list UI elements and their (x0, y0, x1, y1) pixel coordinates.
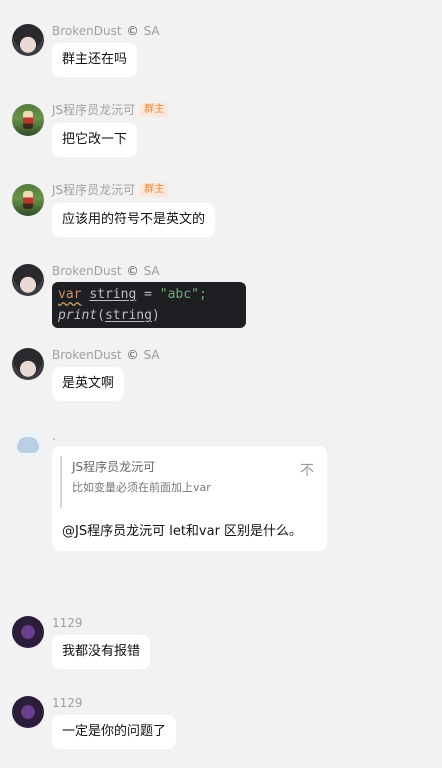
sender-line: 1129 (52, 615, 83, 631)
avatar[interactable] (12, 616, 44, 648)
sender-line: JS程序员龙沅可 群主 (52, 182, 169, 198)
sender-name[interactable]: 1129 (52, 695, 83, 711)
member-title: SA (143, 348, 160, 362)
avatar[interactable] (12, 348, 44, 380)
chat-window: BrokenDust © SA 群主还在吗 JS程序员龙沅可 群主 把它改一下 … (0, 0, 442, 768)
sender-name[interactable]: JS程序员龙沅可 (52, 102, 135, 118)
reply-bubble[interactable]: JS程序员龙沅可 比如变量必须在前面加上var 不 @JS程序员龙沅可 let和… (52, 446, 327, 551)
avatar[interactable] (12, 104, 44, 136)
message-bubble[interactable]: 把它改一下 (52, 123, 138, 157)
sender-name[interactable]: JS程序员龙沅可 (52, 182, 135, 198)
avatar[interactable] (12, 264, 44, 296)
code-function: print (58, 308, 98, 323)
message-bubble[interactable]: 是英文啊 (52, 367, 125, 401)
reply-text: @JS程序员龙沅可 let和var 区别是什么。 (62, 524, 303, 539)
sender-line: JS程序员龙沅可 群主 (52, 102, 169, 118)
code-paren-close: ) (151, 308, 160, 323)
sender-name[interactable]: BrokenDust (52, 263, 122, 279)
sender-line: BrokenDust © SA (52, 23, 160, 39)
avatar[interactable] (12, 24, 44, 56)
code-string: "abc" (159, 287, 199, 302)
message-bubble[interactable]: 应该用的符号不是英文的 (52, 203, 216, 237)
sender-name[interactable]: 1129 (52, 615, 83, 631)
sender-name[interactable]: BrokenDust (52, 23, 122, 39)
owner-badge: 群主 (140, 183, 169, 197)
code-keyword: var (58, 287, 82, 302)
avatar[interactable] (12, 696, 44, 728)
message-bubble[interactable]: 群主还在吗 (52, 43, 138, 77)
jump-to-quote-icon[interactable]: 不 (300, 460, 314, 480)
message-bubble[interactable]: 一定是你的问题了 (52, 715, 177, 749)
copyright-icon: © (126, 348, 139, 362)
code-identifier: string (89, 287, 137, 302)
sender-name[interactable]: . (52, 428, 56, 444)
sender-line: BrokenDust © SA (52, 347, 160, 363)
quoted-message[interactable]: JS程序员龙沅可 比如变量必须在前面加上var 不 (60, 456, 318, 508)
sender-line: BrokenDust © SA (52, 263, 160, 279)
sender-line: 1129 (52, 695, 83, 711)
message-bubble[interactable]: 我都没有报错 (52, 635, 151, 669)
code-identifier: string (104, 308, 152, 323)
sender-line: . (52, 428, 56, 444)
code-paren-open: ( (97, 308, 105, 323)
code-semicolon: ; (198, 287, 207, 302)
owner-badge: 群主 (140, 103, 169, 117)
quoted-text: 比如变量必须在前面加上var (72, 481, 211, 494)
member-title: SA (143, 24, 160, 38)
code-operator: = (136, 287, 160, 302)
quoted-sender: JS程序员龙沅可 (72, 460, 156, 474)
avatar[interactable] (12, 428, 44, 460)
sender-name[interactable]: BrokenDust (52, 347, 122, 363)
copyright-icon: © (126, 24, 139, 38)
member-title: SA (143, 264, 160, 278)
avatar[interactable] (12, 184, 44, 216)
code-block[interactable]: var string = "abc"; print(string) (52, 282, 246, 328)
copyright-icon: © (126, 264, 139, 278)
